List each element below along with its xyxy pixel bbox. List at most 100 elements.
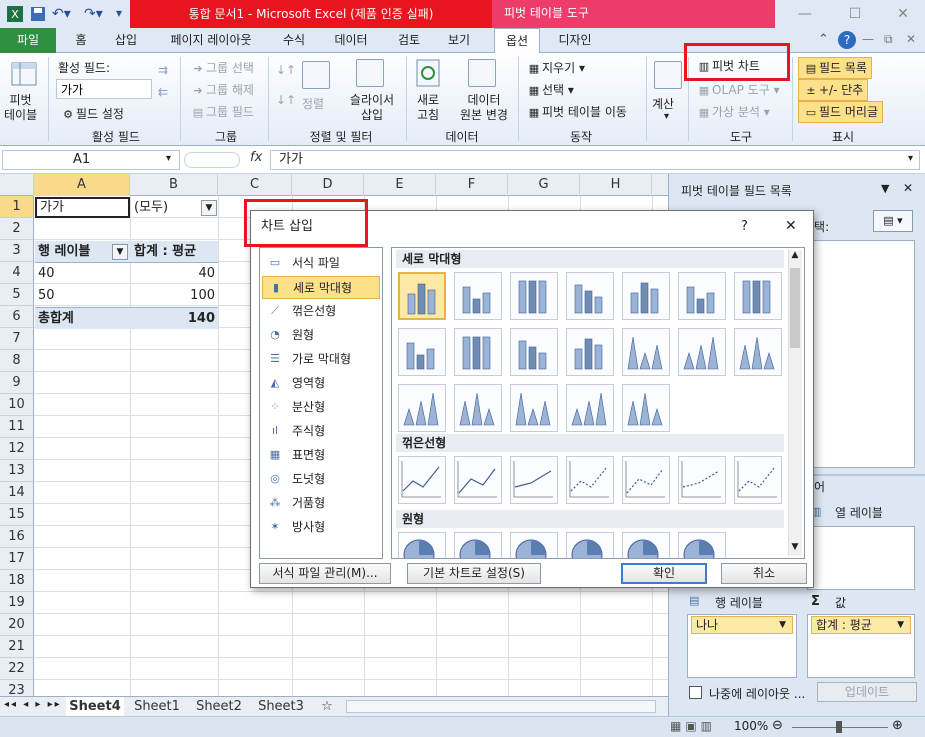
field-settings-button[interactable]: ⚙ 필드 설정 bbox=[60, 105, 124, 123]
formula-input[interactable]: 가가 bbox=[270, 150, 920, 170]
help-icon[interactable]: ? bbox=[838, 31, 856, 49]
maximize-icon[interactable]: ☐ bbox=[840, 4, 870, 24]
ok-button[interactable]: 확인 bbox=[621, 563, 707, 584]
zoom-in-icon[interactable]: ⊕ bbox=[892, 718, 903, 733]
column-header-c[interactable]: C bbox=[218, 174, 292, 196]
calculations-icon[interactable] bbox=[654, 61, 682, 89]
row-header[interactable]: 5 bbox=[0, 284, 34, 306]
values-field-chip[interactable]: 합계 : 평균 ▼ bbox=[811, 616, 911, 634]
pivot-table-icon[interactable] bbox=[10, 59, 40, 92]
chart-subtype-pie[interactable] bbox=[510, 532, 558, 558]
chart-category-item[interactable]: ▦ 표면형 bbox=[262, 444, 380, 467]
insert-function-icon[interactable]: fx bbox=[250, 150, 262, 165]
layout-options-icon[interactable]: ▤ ▾ bbox=[873, 210, 913, 232]
tab-page-layout[interactable]: 페이지 레이아웃 bbox=[152, 28, 270, 53]
row-header[interactable]: 11 bbox=[0, 416, 34, 438]
name-box[interactable]: A1 bbox=[2, 150, 180, 170]
close-icon[interactable]: ✕ bbox=[888, 4, 918, 24]
row-header[interactable]: 1 bbox=[0, 196, 34, 218]
chart-subtype-column[interactable] bbox=[510, 272, 558, 320]
chart-category-item[interactable]: ☰ 가로 막대형 bbox=[262, 348, 380, 371]
update-button[interactable]: 업데이트 bbox=[817, 682, 917, 702]
chart-category-item[interactable]: ◔ 원형 bbox=[262, 324, 380, 347]
chart-category-item[interactable]: ⁂ 거품형 bbox=[262, 492, 380, 515]
chart-subtype-column[interactable] bbox=[566, 328, 614, 376]
cell-a5[interactable]: 50 bbox=[35, 285, 130, 307]
row-header[interactable]: 2 bbox=[0, 218, 34, 240]
zoom-level[interactable]: 100% bbox=[734, 719, 768, 733]
whatif-button[interactable]: ▦ 가상 분석 ▾ bbox=[696, 103, 770, 121]
sheet-tab-sheet1[interactable]: Sheet1 bbox=[128, 697, 186, 716]
sort-za-icon[interactable]: ↓↑ bbox=[276, 93, 296, 107]
cell-b1[interactable]: (모두) bbox=[131, 197, 201, 219]
chart-category-item[interactable]: ⟋ 꺾은선형 bbox=[262, 300, 380, 323]
column-header-b[interactable]: B bbox=[130, 174, 218, 196]
active-field-input[interactable] bbox=[56, 79, 152, 99]
row-header[interactable]: 15 bbox=[0, 504, 34, 526]
chart-subtype-column[interactable] bbox=[398, 272, 446, 320]
doc-close-icon[interactable]: ✕ bbox=[906, 32, 916, 46]
chart-subtype-line[interactable] bbox=[398, 456, 446, 504]
chart-subtype-pie[interactable] bbox=[454, 532, 502, 558]
row-header[interactable]: 17 bbox=[0, 548, 34, 570]
cancel-button[interactable]: 취소 bbox=[721, 563, 807, 584]
calculations-button[interactable]: 계산 bbox=[652, 95, 674, 112]
row-header[interactable]: 21 bbox=[0, 636, 34, 658]
column-header-e[interactable]: E bbox=[364, 174, 436, 196]
row-header[interactable]: 22 bbox=[0, 658, 34, 680]
chart-subtype-cone[interactable] bbox=[734, 328, 782, 376]
row-header[interactable]: 8 bbox=[0, 350, 34, 372]
select-button[interactable]: ▦ 선택 ▾ bbox=[526, 81, 574, 99]
cell-b6[interactable]: 140 bbox=[131, 307, 218, 329]
column-header-a[interactable]: A bbox=[34, 174, 130, 196]
tab-insert[interactable]: 삽입 bbox=[104, 28, 148, 53]
row-chip-dropdown-icon[interactable]: ▼ bbox=[779, 617, 786, 633]
filter-dropdown-icon[interactable]: ▼ bbox=[201, 200, 217, 216]
chart-subtype-cone[interactable] bbox=[622, 384, 670, 432]
chart-subtype-cone[interactable] bbox=[622, 328, 670, 376]
cell-b3[interactable]: 합계 : 평균 bbox=[131, 241, 218, 263]
name-box-dropdown-icon[interactable]: ▾ bbox=[166, 153, 171, 164]
dialog-help-icon[interactable]: ? bbox=[741, 219, 748, 234]
chart-subtype-line[interactable] bbox=[454, 456, 502, 504]
plus-minus-button[interactable]: ± +/- 단추 bbox=[798, 79, 869, 101]
chart-subtype-column[interactable] bbox=[454, 328, 502, 376]
tab-file[interactable]: 파일 bbox=[0, 28, 56, 53]
redo-icon[interactable]: ↷▾ bbox=[84, 6, 103, 22]
chart-subtype-pie[interactable] bbox=[678, 532, 726, 558]
pivot-table-button[interactable]: 피벗 테이블 bbox=[4, 93, 37, 123]
new-sheet-icon[interactable]: ☆ bbox=[316, 697, 338, 716]
doc-restore-icon[interactable]: ⧉ bbox=[884, 32, 893, 47]
sheet-nav-icon[interactable]: ◂◂ ◂ ▸ ▸▸ bbox=[4, 699, 62, 710]
scroll-thumb[interactable] bbox=[790, 268, 800, 348]
zoom-out-icon[interactable]: ⊖ bbox=[772, 718, 783, 733]
sheet-tab-sheet4[interactable]: Sheet4 bbox=[66, 697, 124, 716]
sheet-tab-sheet3[interactable]: Sheet3 bbox=[252, 697, 310, 716]
chart-subtype-column[interactable] bbox=[510, 328, 558, 376]
ribbon-minimize-icon[interactable]: ⌃ bbox=[818, 32, 829, 47]
chart-category-item[interactable]: ⁘ 분산형 bbox=[262, 396, 380, 419]
change-source-button[interactable]: 데이터 원본 변경 bbox=[450, 93, 518, 123]
chart-category-item[interactable]: ◭ 영역형 bbox=[262, 372, 380, 395]
chart-subtype-cone[interactable] bbox=[510, 384, 558, 432]
formula-expand-icon[interactable]: ▾ bbox=[908, 153, 913, 164]
pane-close-icon[interactable]: ✕ bbox=[903, 181, 913, 195]
collapse-field-icon[interactable]: ⇇ bbox=[158, 85, 168, 99]
row-header[interactable]: 9 bbox=[0, 372, 34, 394]
customize-qat-icon[interactable]: ▾ bbox=[116, 6, 122, 22]
chart-subtype-line[interactable] bbox=[510, 456, 558, 504]
column-labels-area[interactable] bbox=[807, 526, 915, 590]
row-header[interactable]: 4 bbox=[0, 262, 34, 284]
row-field-chip[interactable]: 나나 ▼ bbox=[691, 616, 793, 634]
doc-minimize-icon[interactable]: — bbox=[862, 32, 874, 46]
tab-review[interactable]: 검토 bbox=[386, 28, 432, 53]
undo-icon[interactable]: ↶▾ bbox=[52, 6, 71, 22]
group-field-button[interactable]: ▤ 그룹 필드 bbox=[190, 103, 254, 121]
chart-category-item[interactable]: ◎ 도넛형 bbox=[262, 468, 380, 491]
row-header[interactable]: 16 bbox=[0, 526, 34, 548]
cell-b5[interactable]: 100 bbox=[131, 285, 218, 307]
ungroup-button[interactable]: ➔ 그룹 해제 bbox=[190, 81, 254, 99]
refresh-button[interactable]: 새로 고침 bbox=[410, 93, 446, 123]
chart-category-item[interactable]: ✶ 방사형 bbox=[262, 516, 380, 539]
row-header[interactable]: 20 bbox=[0, 614, 34, 636]
